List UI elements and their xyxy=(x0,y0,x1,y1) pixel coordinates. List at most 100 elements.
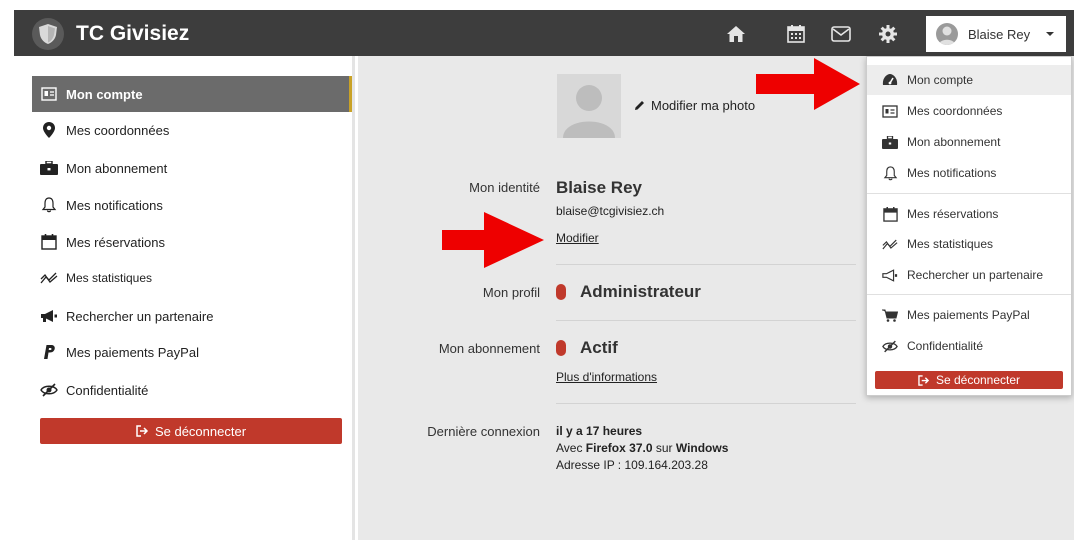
cart-icon xyxy=(881,307,899,323)
dropdown-item-rechercher-partenaire[interactable]: Rechercher un partenaire xyxy=(867,260,1071,290)
sidebar-item-mes-notifications[interactable]: Mes notifications xyxy=(32,187,352,223)
sidebar-item-label: Mes coordonnées xyxy=(66,122,170,138)
sidebar-item-mon-abonnement[interactable]: Mon abonnement xyxy=(32,150,352,186)
dropdown-item-confidentialite[interactable]: Confidentialité xyxy=(867,331,1071,361)
dropdown-logout-button[interactable]: Se déconnecter xyxy=(875,371,1063,389)
dropdown-item-paiements-paypal[interactable]: Mes paiements PayPal xyxy=(867,300,1071,330)
red-arrow-icon xyxy=(442,212,544,268)
bell-icon xyxy=(40,196,58,214)
eye-slash-icon xyxy=(40,381,58,399)
sidebar-item-label: Mon abonnement xyxy=(66,160,168,176)
logout-icon xyxy=(918,374,930,386)
pencil-icon xyxy=(634,100,645,111)
more-info-link[interactable]: Plus d'informations xyxy=(556,370,657,384)
id-card-icon xyxy=(881,103,899,119)
eye-slash-icon xyxy=(881,338,899,354)
logout-icon xyxy=(136,425,149,437)
dropdown-item-label: Mes statistiques xyxy=(907,237,994,251)
dropdown-item-mon-compte[interactable]: Mon compte xyxy=(867,65,1071,95)
calendar-icon xyxy=(40,233,58,251)
sidebar-item-paiements-paypal[interactable]: Mes paiements PayPal xyxy=(32,334,352,370)
sidebar-item-label: Mes paiements PayPal xyxy=(66,344,199,360)
dropdown-item-mon-abonnement[interactable]: Mon abonnement xyxy=(867,127,1071,157)
sidebar-item-mes-coordonnees[interactable]: Mes coordonnées xyxy=(32,112,352,148)
browser-os: Windows xyxy=(675,441,729,455)
dropdown-item-label: Mes réservations xyxy=(907,207,999,221)
calendar-icon[interactable] xyxy=(784,22,808,46)
sidebar-item-label: Confidentialité xyxy=(66,382,149,398)
chevron-down-icon xyxy=(1046,32,1054,36)
dropdown-item-label: Rechercher un partenaire xyxy=(907,268,1044,282)
dropdown-item-mes-reservations[interactable]: Mes réservations xyxy=(867,199,1071,229)
divider xyxy=(556,264,856,265)
sidebar-item-mes-reservations[interactable]: Mes réservations xyxy=(32,224,352,260)
profile-email: blaise@tcgivisiez.ch xyxy=(556,204,665,218)
last-login-browser: Avec Firefox 37.0 sur Windows xyxy=(556,441,729,455)
sidebar-item-label: Mes réservations xyxy=(66,234,165,250)
chart-line-icon xyxy=(881,236,899,252)
dropdown-item-label: Mes coordonnées xyxy=(907,104,1003,118)
id-card-icon xyxy=(40,85,58,103)
gear-icon[interactable] xyxy=(876,22,900,46)
sidebar-item-label: Mes statistiques xyxy=(66,271,153,285)
identity-label: Mon identité xyxy=(469,180,540,195)
dropdown-item-mes-coordonnees[interactable]: Mes coordonnées xyxy=(867,96,1071,126)
last-login-ip: Adresse IP : 109.164.203.28 xyxy=(556,458,708,472)
logout-button[interactable]: Se déconnecter xyxy=(40,418,342,444)
profile-photo[interactable] xyxy=(557,74,621,138)
app-title: TC Givisiez xyxy=(76,22,190,45)
dropdown-item-label: Mes paiements PayPal xyxy=(907,308,1030,322)
dropdown-item-mes-notifications[interactable]: Mes notifications xyxy=(867,158,1071,188)
paypal-icon xyxy=(40,343,58,361)
calendar-icon xyxy=(881,206,899,222)
divider xyxy=(556,403,856,404)
sidebar: Mon compte Mes coordonnées Mon abonnemen… xyxy=(32,56,355,540)
mail-icon[interactable] xyxy=(829,22,853,46)
edit-photo-link[interactable]: Modifier ma photo xyxy=(634,98,755,113)
sidebar-item-label: Mon compte xyxy=(66,86,143,102)
dropdown-item-mes-statistiques[interactable]: Mes statistiques xyxy=(867,229,1071,259)
user-menu-button[interactable]: Blaise Rey xyxy=(926,16,1066,52)
profile-value: Administrateur xyxy=(580,282,701,301)
megaphone-icon xyxy=(881,267,899,283)
briefcase-icon xyxy=(40,159,58,177)
subscription-status: Actif xyxy=(556,338,618,358)
user-dropdown-menu: Mon compte Mes coordonnées Mon abonnemen… xyxy=(866,56,1072,396)
profile-name: Blaise Rey xyxy=(556,178,642,197)
dropdown-divider xyxy=(867,294,1071,295)
sidebar-item-mon-compte[interactable]: Mon compte xyxy=(32,76,352,112)
last-login-time: il y a 17 heures xyxy=(556,424,643,438)
modify-identity-link[interactable]: Modifier xyxy=(556,231,599,245)
dropdown-logout-label: Se déconnecter xyxy=(935,373,1021,387)
status-dot-icon xyxy=(556,284,566,300)
brand[interactable]: TC Givisiez xyxy=(32,18,189,50)
sidebar-item-label: Mes notifications xyxy=(66,197,163,213)
edit-photo-label: Modifier ma photo xyxy=(651,98,756,113)
red-arrow-icon xyxy=(756,58,860,110)
dropdown-item-label: Mon abonnement xyxy=(907,135,1001,149)
megaphone-icon xyxy=(40,307,58,325)
sidebar-item-rechercher-partenaire[interactable]: Rechercher un partenaire xyxy=(32,298,352,334)
sidebar-item-mes-statistiques[interactable]: Mes statistiques xyxy=(32,260,352,296)
dropdown-item-label: Mes notifications xyxy=(907,166,997,180)
profile-status: Administrateur xyxy=(556,282,701,302)
shield-logo-icon xyxy=(32,18,64,50)
user-name: Blaise Rey xyxy=(968,26,1031,42)
last-login-label: Dernière connexion xyxy=(427,424,540,439)
profile-label: Mon profil xyxy=(482,285,540,300)
dropdown-divider xyxy=(867,193,1071,194)
top-navbar: TC Givisiez Blaise Rey xyxy=(14,10,1074,56)
subscription-label: Mon abonnement xyxy=(438,341,540,356)
status-dot-icon xyxy=(556,340,566,356)
sidebar-item-label: Rechercher un partenaire xyxy=(66,308,214,324)
briefcase-icon xyxy=(881,134,899,150)
browser-name: Firefox 37.0 xyxy=(585,441,653,455)
sidebar-item-confidentialite[interactable]: Confidentialité xyxy=(32,372,352,408)
map-marker-icon xyxy=(40,121,58,139)
dashboard-icon xyxy=(881,72,899,88)
avatar-icon xyxy=(936,23,958,45)
logout-label: Se déconnecter xyxy=(154,423,247,439)
dropdown-item-label: Confidentialité xyxy=(907,339,984,353)
chart-line-icon xyxy=(40,269,58,287)
home-icon[interactable] xyxy=(724,22,748,46)
